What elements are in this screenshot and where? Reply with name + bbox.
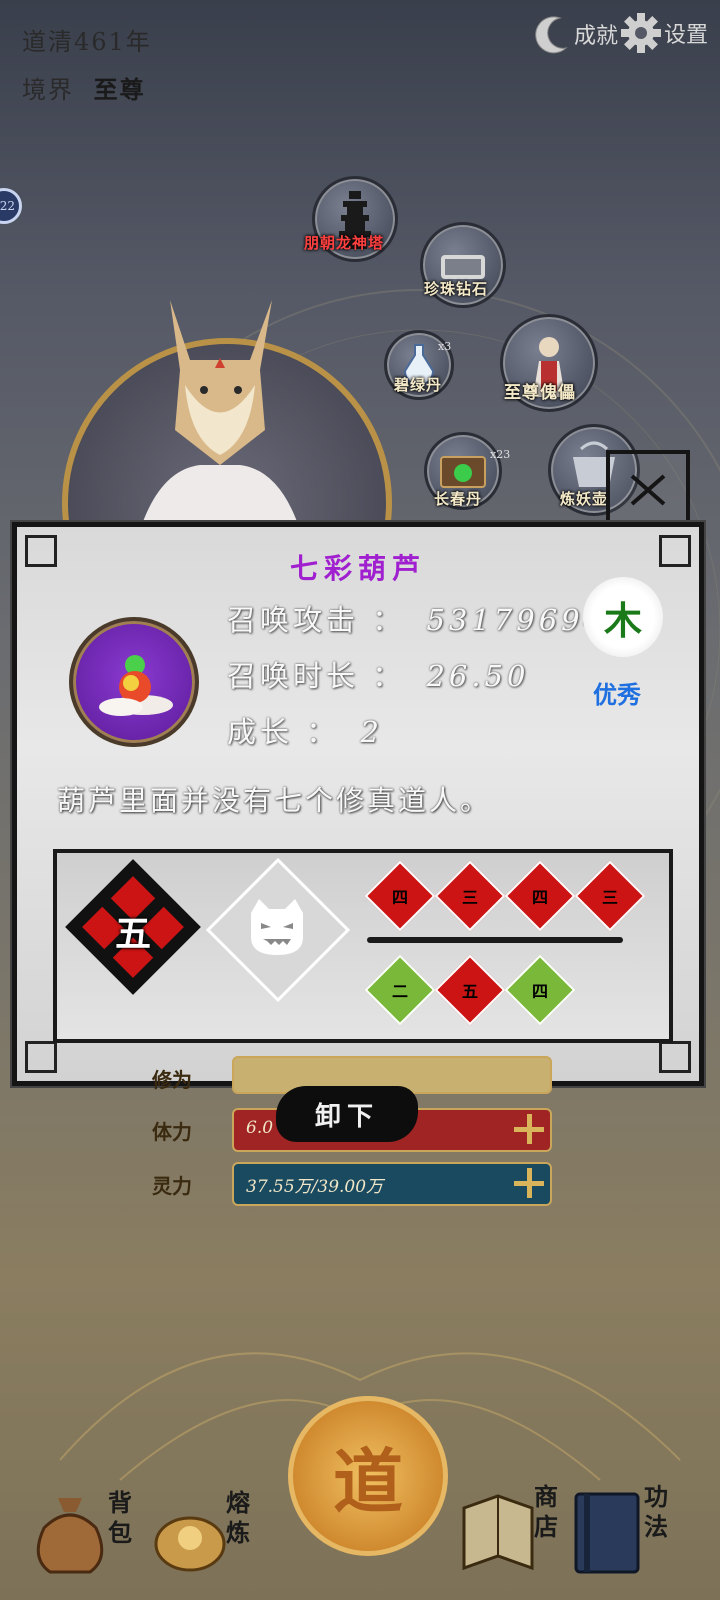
potion-count: x3 (438, 340, 452, 353)
mp-label: 灵力 (152, 1174, 192, 1198)
realm-value: 至尊 (93, 75, 146, 104)
realm-label: 境界 (22, 76, 74, 104)
summon-duration-label: 召唤时长 ： (227, 659, 406, 693)
hp-plus-button[interactable] (514, 1114, 544, 1144)
rune-small-red[interactable]: 四 (364, 860, 436, 932)
fox-character-icon[interactable] (100, 290, 340, 530)
hp-value: 6.0 (246, 1118, 274, 1138)
nav-skills-label: 功法 (644, 1482, 668, 1541)
rune-small-label: 五 (461, 982, 478, 1001)
nav-forge-label: 熔炼 (226, 1488, 250, 1547)
rune-small-red[interactable]: 三 (434, 860, 506, 932)
summon-duration-row: 召唤时长 ： 26.50 (227, 653, 529, 695)
growth-row: 成长 ： 2 (227, 709, 383, 751)
rune-small-green[interactable]: 二 (364, 954, 436, 1026)
bubble-label-pagoda: 朋朝龙神塔 (304, 234, 385, 252)
item-title: 七彩葫芦 (289, 552, 426, 585)
item-detail-popup: 七彩葫芦 召唤攻击 ： 531796948 召唤时长 ： 26.50 成长 ： … (12, 522, 704, 1086)
gourd-item-icon (69, 617, 199, 747)
quality-label: 优秀 (593, 680, 641, 709)
summon-attack-label: 召唤攻击 ： (227, 603, 406, 637)
cat-face-icon (251, 899, 303, 955)
nav-skills[interactable]: 功法 (566, 1482, 696, 1584)
chest-count: x23 (490, 448, 511, 461)
rune-small-red[interactable]: 四 (504, 860, 576, 932)
close-button[interactable] (606, 450, 690, 530)
mp-plus-button[interactable] (514, 1168, 544, 1198)
forge-icon (154, 1516, 226, 1572)
cultivation-label: 修为 (152, 1068, 192, 1092)
bag-icon (36, 1498, 104, 1574)
nav-bag[interactable]: 背包 (30, 1488, 140, 1584)
mp-value: 37.55万/39.00万 (246, 1177, 384, 1197)
bubble-label-pot: 炼妖壶 (560, 490, 609, 508)
rune-main-label: 五 (114, 913, 151, 955)
dao-button[interactable]: 道 (288, 1396, 448, 1556)
year-label: 道清461年 (22, 28, 152, 56)
element-badge: 木 (583, 577, 663, 657)
gear-icon (621, 13, 661, 53)
summon-attack-row: 召唤攻击 ： 531796948 (227, 597, 629, 639)
rune-small-label: 四 (531, 888, 548, 907)
frame-corner (25, 1041, 57, 1073)
mp-bar: 37.55万/39.00万 (232, 1162, 552, 1206)
achievements-label: 成就 (574, 24, 619, 49)
nav-shop[interactable]: 商店 (458, 1482, 578, 1584)
book-icon (574, 1492, 640, 1574)
item-description: 葫芦里面并没有七个修真道人。 (57, 784, 492, 817)
rune-small-label: 二 (391, 982, 408, 1001)
nav-bag-label: 背包 (108, 1488, 132, 1547)
moon-icon (535, 16, 568, 54)
rune-panel: 五 四 三 四 三 二 五 四 (53, 849, 673, 1043)
rune-small-red[interactable]: 三 (574, 860, 646, 932)
rune-small-label: 四 (391, 888, 408, 907)
bubble-label-treasure: 珍珠钻石 (424, 280, 489, 298)
growth-label: 成长 ： (227, 715, 340, 749)
realm-row: 境界 至尊 (22, 70, 146, 105)
settings-label: 设置 (664, 23, 709, 48)
achievements-button[interactable]: 成就 (532, 12, 618, 56)
growth-value: 2 (360, 715, 383, 749)
hp-label: 体力 (152, 1120, 192, 1144)
map-scroll-icon (462, 1494, 534, 1571)
rune-divider (367, 937, 623, 943)
bubble-label-potion: 碧绿丹 (394, 376, 443, 394)
rune-small-label: 三 (461, 888, 478, 907)
nav-forge[interactable]: 熔炼 (150, 1488, 260, 1584)
unload-button[interactable]: 卸下 (276, 1086, 418, 1142)
rune-small-red[interactable]: 五 (434, 954, 506, 1026)
rune-small-label: 三 (601, 888, 618, 907)
rune-small-label: 四 (531, 982, 548, 1001)
frame-corner (659, 1041, 691, 1073)
settings-button[interactable]: 设置 (620, 12, 708, 54)
rune-small-green[interactable]: 四 (504, 954, 576, 1026)
summon-duration-value: 26.50 (426, 659, 530, 693)
close-icon (630, 474, 666, 506)
gourd-icon (99, 655, 173, 716)
bubble-label-chest: 长春丹 (434, 490, 483, 508)
bubble-label-puppet: 至尊傀儡 (504, 383, 576, 403)
nav-shop-label: 商店 (534, 1482, 558, 1541)
